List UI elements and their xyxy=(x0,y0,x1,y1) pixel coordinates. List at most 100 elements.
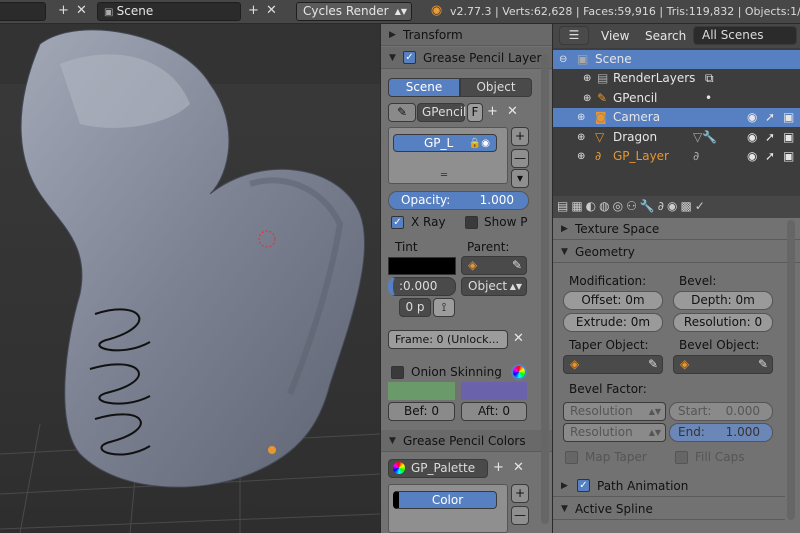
remove-layer-icon[interactable]: — xyxy=(511,149,529,168)
tab-object[interactable]: Object xyxy=(460,78,532,97)
lock-eye-icon[interactable]: 🔒◉ xyxy=(469,135,490,152)
parent-type-select[interactable]: Object ▲▼ xyxy=(461,277,527,296)
delete-frame-icon[interactable]: ✕ xyxy=(513,331,524,346)
bevel-end-mode-select[interactable]: Resolution ▲▼ xyxy=(563,423,666,442)
path-animation-header[interactable]: ▶ ✓ Path Animation xyxy=(553,475,785,497)
pass-index-field[interactable]: 0 p xyxy=(399,298,431,317)
pencil-icon[interactable]: ✎ xyxy=(388,103,416,122)
render-icon[interactable]: ▣ xyxy=(783,128,794,147)
parent-field[interactable]: ◈ ✎ xyxy=(461,256,527,275)
render-icon[interactable]: ▣ xyxy=(783,108,794,127)
eye-icon[interactable]: ◉ xyxy=(747,147,757,166)
expand-arrow-icon: ▶ xyxy=(561,481,568,491)
add-color-icon[interactable]: + xyxy=(511,484,529,503)
camera-icon: ◙ xyxy=(595,110,607,124)
scene-field[interactable]: ▣ Scene xyxy=(97,2,241,21)
view-menu[interactable]: View xyxy=(601,29,629,43)
add-icon[interactable]: + xyxy=(55,3,72,20)
scrollbar[interactable] xyxy=(541,54,549,524)
context-tab-icons[interactable]: ▤▦◐◍◎⚇🔧∂◉▩✓ xyxy=(557,199,708,213)
add-palette-icon[interactable]: + xyxy=(493,460,504,475)
render-engine-select[interactable]: Cycles Render ▲▼ xyxy=(296,2,412,21)
layer-menu-icon[interactable]: ▾ xyxy=(511,169,529,188)
tint-factor-field[interactable]: :0.000 xyxy=(388,277,456,296)
xray-checkbox[interactable]: ✓ xyxy=(391,216,404,229)
outliner-row-scene[interactable]: ⊖ ▣ Scene xyxy=(553,50,800,69)
texture-space-header[interactable]: ▶ Texture Space xyxy=(553,218,800,240)
showp-checkbox[interactable] xyxy=(465,216,478,229)
add-gpencil-icon[interactable]: + xyxy=(487,104,498,119)
end-label: End: xyxy=(678,425,705,439)
extrude-field[interactable]: Extrude: 0m xyxy=(563,313,663,332)
frame-button[interactable]: Frame: 0 (Unlock... xyxy=(388,330,508,349)
remove-palette-icon[interactable]: ✕ xyxy=(513,460,524,475)
palette-field[interactable]: GP_Palette xyxy=(388,459,488,478)
resolution-field[interactable]: Resolution: 0 xyxy=(673,313,773,332)
eye-icon[interactable]: ◉ xyxy=(747,128,757,147)
gpencil-name-field[interactable]: GPencil xyxy=(417,103,466,122)
render-icon[interactable]: ▣ xyxy=(783,147,794,166)
scrollbar[interactable] xyxy=(787,220,795,520)
gp-colors-panel-header[interactable]: ▼ Grease Pencil Colors xyxy=(381,430,553,452)
screen-field[interactable] xyxy=(0,2,46,21)
before-field[interactable]: Bef: 0 xyxy=(388,402,455,421)
path-animation-checkbox[interactable]: ✓ xyxy=(577,479,590,492)
remove-gpencil-icon[interactable]: ✕ xyxy=(507,104,518,119)
start-label: Start: xyxy=(678,404,712,418)
outliner-row-gpencil[interactable]: ⊕ ✎ GPencil • xyxy=(553,89,800,108)
texture-space-label: Texture Space xyxy=(575,222,660,236)
gp-layers-checkbox[interactable]: ✓ xyxy=(403,51,416,64)
layer-name: GP_L xyxy=(424,136,454,150)
before-color-swatch[interactable] xyxy=(388,382,455,400)
outliner-menu-icon[interactable]: ☰ xyxy=(559,26,589,45)
end-field[interactable]: End: 1.000 xyxy=(669,423,773,442)
after-color-swatch[interactable] xyxy=(461,382,527,400)
depth-field[interactable]: Depth: 0m xyxy=(673,291,773,310)
transform-panel-header[interactable]: ▶ Transform xyxy=(381,24,553,46)
outliner-row-renderlayers[interactable]: ⊕ ▤ RenderLayers ⧉ xyxy=(553,69,800,88)
bevel-start-mode-select[interactable]: Resolution ▲▼ xyxy=(563,402,666,421)
fake-user-button[interactable]: F xyxy=(467,103,483,122)
outliner-row-camera[interactable]: ⊕ ◙ Camera ◉ ➚ ▣ xyxy=(553,108,800,127)
opacity-slider[interactable]: Opacity: 1.000 xyxy=(388,191,529,210)
map-taper-checkbox[interactable] xyxy=(565,451,578,464)
onion-skinning-checkbox[interactable] xyxy=(391,366,404,379)
close-icon[interactable]: ✕ xyxy=(73,3,90,20)
taper-object-field[interactable]: ◈ ✎ xyxy=(563,355,663,374)
add-layer-icon[interactable]: + xyxy=(511,127,529,146)
eyedropper-icon[interactable]: ⟟ xyxy=(433,298,455,317)
transform-label: Transform xyxy=(403,28,463,42)
dropdown-arrow-icon: ▲▼ xyxy=(648,407,661,416)
remove-color-icon[interactable]: — xyxy=(511,506,529,525)
after-field[interactable]: Aft: 0 xyxy=(461,402,527,421)
close-scene-icon[interactable]: ✕ xyxy=(263,3,280,20)
color-wheel-icon[interactable] xyxy=(511,364,527,380)
stats-text: v2.77.3 | Verts:62,628 | Faces:59,916 | … xyxy=(450,5,800,18)
top-header: + ✕ ▣ Scene + ✕ Cycles Render ▲▼ ◉ v2.77.… xyxy=(0,0,800,24)
scene-icon: ▣ xyxy=(577,52,589,66)
start-field[interactable]: Start: 0.000 xyxy=(669,402,773,421)
outliner-row-dragon[interactable]: ⊕ ▽ Dragon ▽🔧 ◉ ➚ ▣ xyxy=(553,128,800,147)
tab-scene[interactable]: Scene xyxy=(388,78,460,97)
cursor-icon[interactable]: ➚ xyxy=(765,108,775,127)
color-row[interactable]: Color xyxy=(393,491,497,509)
geometry-header[interactable]: ▼ Geometry xyxy=(553,241,800,263)
offset-field[interactable]: Offset: 0m xyxy=(563,291,663,310)
bevel-object-field[interactable]: ◈ ✎ xyxy=(673,355,773,374)
resize-handle-icon[interactable]: ═ xyxy=(441,170,447,181)
color-list: Color xyxy=(388,484,508,533)
renderlayers-icon: ▤ xyxy=(597,71,609,85)
layer-row[interactable]: GP_L 🔒◉ xyxy=(393,134,497,152)
display-mode-select[interactable]: All Scenes xyxy=(693,26,797,45)
3d-viewport[interactable] xyxy=(0,24,380,533)
gp-layers-panel-header[interactable]: ▼ ✓ Grease Pencil Layers xyxy=(381,47,553,69)
cursor-icon[interactable]: ➚ xyxy=(765,128,775,147)
fill-caps-checkbox[interactable] xyxy=(675,451,688,464)
tint-color-swatch[interactable] xyxy=(388,257,456,275)
eye-icon[interactable]: ◉ xyxy=(747,108,757,127)
cursor-icon[interactable]: ➚ xyxy=(765,147,775,166)
add-scene-icon[interactable]: + xyxy=(245,3,262,20)
search-menu[interactable]: Search xyxy=(645,29,686,43)
outliner-row-gp-layer[interactable]: ⊕ ∂ GP_Layer ∂ ◉ ➚ ▣ xyxy=(553,147,800,166)
active-spline-header[interactable]: ▼ Active Spline xyxy=(553,498,785,520)
